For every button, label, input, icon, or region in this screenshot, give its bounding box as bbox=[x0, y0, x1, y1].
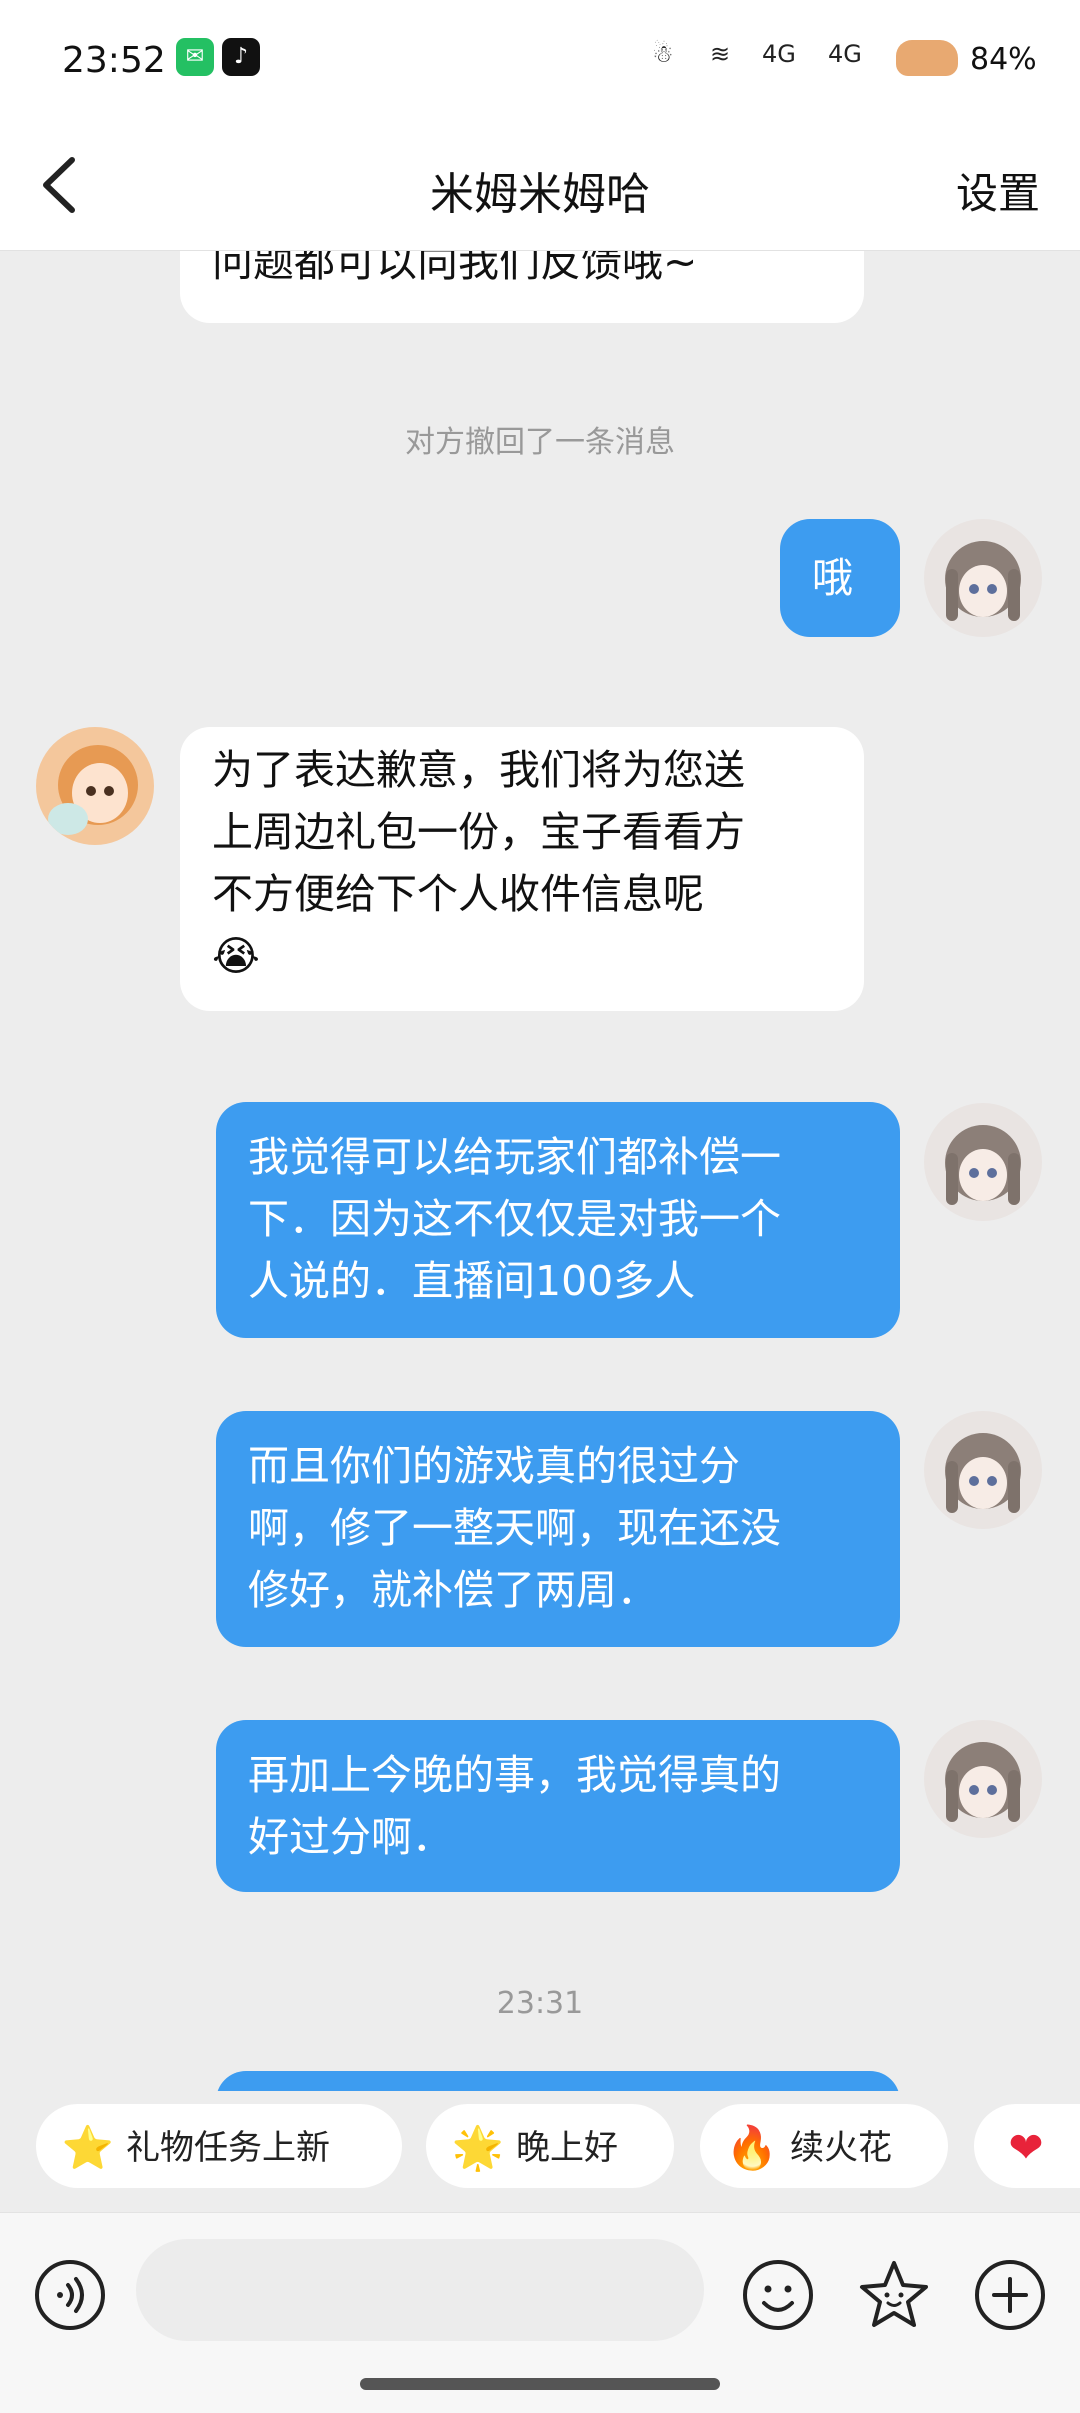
message-text-line: 下．因为这不仅仅是对我一个 bbox=[248, 1195, 781, 1243]
network-4g-label-2: 4G bbox=[828, 40, 862, 68]
message-bubble-incoming[interactable]: 为了表达歉意，我们将为您送 上周边礼包一份，宝子看看方 不方便给下个人收件信息呢… bbox=[180, 727, 864, 1011]
message-bubble-outgoing[interactable]: 哦 bbox=[780, 519, 900, 637]
my-avatar[interactable] bbox=[924, 519, 1042, 637]
crying-emoji: 😭 bbox=[212, 932, 260, 980]
avatar-image bbox=[924, 1720, 1042, 1838]
my-avatar[interactable] bbox=[924, 1720, 1042, 1838]
fire-icon: 🔥 bbox=[725, 2122, 779, 2172]
quick-reply-chip[interactable]: 🔥 续火花 bbox=[700, 2104, 948, 2188]
battery-level: 84% bbox=[970, 42, 1037, 77]
message-text: 哦 bbox=[812, 554, 853, 602]
chip-label: 续火花 bbox=[790, 2127, 892, 2168]
star-sticker-icon bbox=[860, 2261, 928, 2327]
sticker-button[interactable] bbox=[856, 2257, 932, 2333]
home-indicator[interactable] bbox=[360, 2378, 720, 2390]
tiktok-icon: ♪ bbox=[222, 38, 260, 76]
network-4g-label: 4G bbox=[762, 40, 796, 68]
wifi-icon: ≋ bbox=[710, 40, 731, 68]
avatar-image bbox=[924, 1103, 1042, 1221]
message-text: 问题都可以向我们反馈哦~ bbox=[212, 251, 698, 286]
chat-title: 米姆米姆哈 bbox=[430, 169, 650, 220]
avatar-image bbox=[924, 1411, 1042, 1529]
emoji-icon bbox=[743, 2260, 813, 2330]
message-text-line: 好过分啊． bbox=[248, 1813, 453, 1861]
message-bubble-outgoing[interactable]: 而且你们的游戏真的很过分 啊，修了一整天啊，现在还没 修好，就补偿了两周． bbox=[216, 1411, 900, 1647]
message-list[interactable]: 问题都可以向我们反馈哦~ 对方撤回了一条消息 哦 为了表达歉意，我们将为您送 上… bbox=[0, 251, 1080, 2091]
settings-button[interactable]: 设置 bbox=[956, 160, 1040, 221]
quick-reply-chip[interactable]: 🌟 晚上好 bbox=[426, 2104, 674, 2188]
star-icon: ⭐ bbox=[61, 2122, 115, 2172]
message-bubble-outgoing[interactable]: 我觉得可以给玩家们都补偿一 下．因为这不仅仅是对我一个 人说的．直播间100多人 bbox=[216, 1102, 900, 1338]
quick-reply-chip[interactable]: ⭐ 礼物任务上新 bbox=[36, 2104, 402, 2188]
quick-reply-bar[interactable]: ⭐ 礼物任务上新 🌟 晚上好 🔥 续火花 ❤ bbox=[0, 2090, 1080, 2210]
message-input[interactable] bbox=[136, 2239, 704, 2341]
chat-header: 米姆米姆哈 设置 bbox=[0, 120, 1080, 251]
heart-icon: ❤ bbox=[1008, 2122, 1044, 2172]
wechat-icon: ✉ bbox=[176, 38, 214, 76]
message-text-line: 为了表达歉意，我们将为您送 bbox=[212, 746, 745, 794]
message-text-line: 人说的．直播间100多人 bbox=[248, 1257, 696, 1305]
voice-button[interactable] bbox=[32, 2257, 108, 2333]
star-face-icon: 🌟 bbox=[451, 2122, 505, 2172]
message-timestamp: 23:31 bbox=[496, 1986, 584, 2021]
status-bar: 23:52 ✉ ♪ ☃ ≋ 4G 4G 84% bbox=[0, 0, 1080, 120]
chip-label: 晚上好 bbox=[516, 2127, 618, 2168]
contact-avatar[interactable] bbox=[36, 727, 154, 845]
message-text-line: 上周边礼包一份，宝子看看方 bbox=[212, 808, 745, 856]
status-time: 23:52 bbox=[62, 40, 166, 81]
message-bubble-incoming[interactable]: 问题都可以向我们反馈哦~ bbox=[180, 251, 864, 323]
message-text-line: 啊，修了一整天啊，现在还没 bbox=[248, 1504, 781, 1552]
add-button[interactable] bbox=[972, 2257, 1048, 2333]
message-text-line: 修好，就补偿了两周． bbox=[248, 1566, 658, 1614]
battery-icon bbox=[896, 40, 958, 76]
recall-notice: 对方撤回了一条消息 bbox=[405, 425, 675, 460]
message-text-line: 而且你们的游戏真的很过分 bbox=[248, 1442, 740, 1490]
message-text-line: 不方便给下个人收件信息呢 bbox=[212, 870, 704, 918]
message-bubble-outgoing-partial[interactable] bbox=[216, 2071, 900, 2091]
avatar-image bbox=[36, 727, 154, 845]
message-bubble-outgoing[interactable]: 再加上今晚的事，我觉得真的 好过分啊． bbox=[216, 1720, 900, 1892]
avatar-image bbox=[924, 519, 1042, 637]
chip-label: 礼物任务上新 bbox=[126, 2127, 330, 2168]
plus-icon bbox=[975, 2260, 1045, 2330]
voice-icon bbox=[35, 2260, 105, 2330]
my-avatar[interactable] bbox=[924, 1103, 1042, 1221]
message-text-line: 我觉得可以给玩家们都补偿一 bbox=[248, 1133, 781, 1181]
my-avatar[interactable] bbox=[924, 1411, 1042, 1529]
notification-icon: ☃ bbox=[652, 40, 674, 68]
message-text-line: 再加上今晚的事，我觉得真的 bbox=[248, 1751, 781, 1799]
quick-reply-chip[interactable]: ❤ bbox=[974, 2104, 1080, 2188]
emoji-button[interactable] bbox=[740, 2257, 816, 2333]
